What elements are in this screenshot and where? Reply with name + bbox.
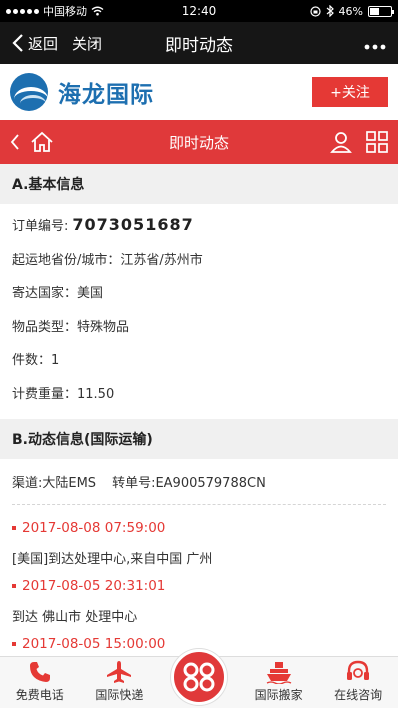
tab-label: 免费电话 (15, 688, 64, 702)
item-type-row: 物品类型：特殊物品 (12, 319, 130, 335)
event-desc: [美国]到达处理中心,来自中国 广州 (12, 551, 213, 567)
back-button[interactable]: 返回 (12, 33, 58, 54)
tab-free-call[interactable]: 免费电话 (0, 657, 80, 708)
tracking-heading: B.动态信息(国际运输) (0, 419, 398, 459)
header-back-button[interactable] (10, 133, 20, 151)
event-time-text: 2017-08-05 15:00:00 (22, 636, 166, 652)
bullet-icon (12, 584, 16, 588)
channel-row: 渠道:大陆EMS 转单号:EA900579788CN (12, 459, 386, 505)
bullet-icon (12, 526, 16, 530)
tracking-events: 2017-08-08 07:59:00 [美国]到达处理中心,来自中国 广州 2… (0, 513, 398, 656)
bullet-icon (12, 642, 16, 646)
tab-label: 在线咨询 (334, 688, 383, 702)
brand-logo (10, 73, 48, 111)
order-number-value: 7073051687 (72, 215, 194, 235)
order-number-row: 订单编号: 7073051687 (0, 208, 398, 242)
tab-label: 国际快递 (95, 688, 144, 702)
lock-rotation-icon (309, 5, 321, 17)
bluetooth-icon (326, 5, 334, 17)
chevron-left-icon (10, 134, 19, 150)
nav-bar: 返回 关闭 即时动态 (0, 22, 398, 64)
page-header: 即时动态 (0, 120, 398, 164)
chevron-left-icon (12, 34, 23, 52)
destination-row: 寄达国家：美国 (12, 286, 104, 302)
brand-bar: 海龙国际 +关注 (0, 64, 398, 120)
event-time: 2017-08-08 07:59:00 (0, 513, 398, 543)
battery-percent: 46% (338, 4, 363, 18)
grid-icon (366, 131, 388, 153)
basic-info-heading: A.基本信息 (0, 164, 398, 204)
signal-icon (6, 8, 39, 14)
user-button[interactable] (330, 131, 352, 153)
channel-text: 渠道:大陆EMS (12, 476, 97, 491)
tab-label: 国际搬家 (254, 688, 303, 702)
more-dots-icon (364, 44, 386, 50)
tab-center-home[interactable] (159, 649, 239, 708)
weight-row: 计费重量：11.50 (12, 386, 115, 402)
event-time-text: 2017-08-08 07:59:00 (22, 520, 166, 536)
tab-intl-moving[interactable]: 国际搬家 (239, 657, 319, 708)
ship-icon (266, 662, 291, 684)
nav-title: 即时动态 (165, 35, 233, 56)
content-area[interactable]: A.基本信息 订单编号: 7073051687 起运地省份/城市：江苏省/苏州市… (0, 164, 398, 656)
airplane-icon (107, 661, 132, 683)
bottom-tab-bar: 免费电话 国际快递 国际搬家 在线咨询 (0, 649, 398, 708)
grid-menu-button[interactable] (366, 131, 388, 153)
user-icon (330, 132, 352, 153)
event-time: 2017-08-05 20:31:01 (0, 571, 398, 601)
home-icon (31, 131, 53, 152)
follow-button[interactable]: +关注 (312, 77, 388, 107)
status-time: 12:40 (181, 4, 217, 18)
tab-intl-express[interactable]: 国际快递 (80, 657, 160, 708)
wifi-icon (91, 6, 104, 16)
carrier-name: 中国移动 (43, 5, 87, 18)
event-desc: 到达 佛山市 处理中心 (12, 609, 138, 625)
battery-icon (368, 5, 394, 17)
center-logo-icon (170, 649, 227, 705)
origin-row: 起运地省份/城市：江苏省/苏州市 (12, 252, 203, 268)
tab-online-consult[interactable]: 在线咨询 (318, 657, 398, 708)
back-label: 返回 (28, 34, 59, 53)
phone-icon (29, 662, 50, 682)
status-bar: 中国移动 12:40 46% (0, 0, 398, 22)
more-button[interactable] (364, 31, 386, 55)
home-button[interactable] (30, 131, 54, 153)
order-number-label: 订单编号: (12, 219, 69, 235)
pieces-row: 件数：1 (12, 353, 60, 369)
close-button[interactable]: 关闭 (72, 33, 102, 54)
event-time-text: 2017-08-05 20:31:01 (22, 578, 166, 594)
transfer-number: 转单号:EA900579788CN (112, 476, 266, 491)
brand-name: 海龙国际 (58, 82, 154, 108)
headset-icon (347, 660, 370, 680)
